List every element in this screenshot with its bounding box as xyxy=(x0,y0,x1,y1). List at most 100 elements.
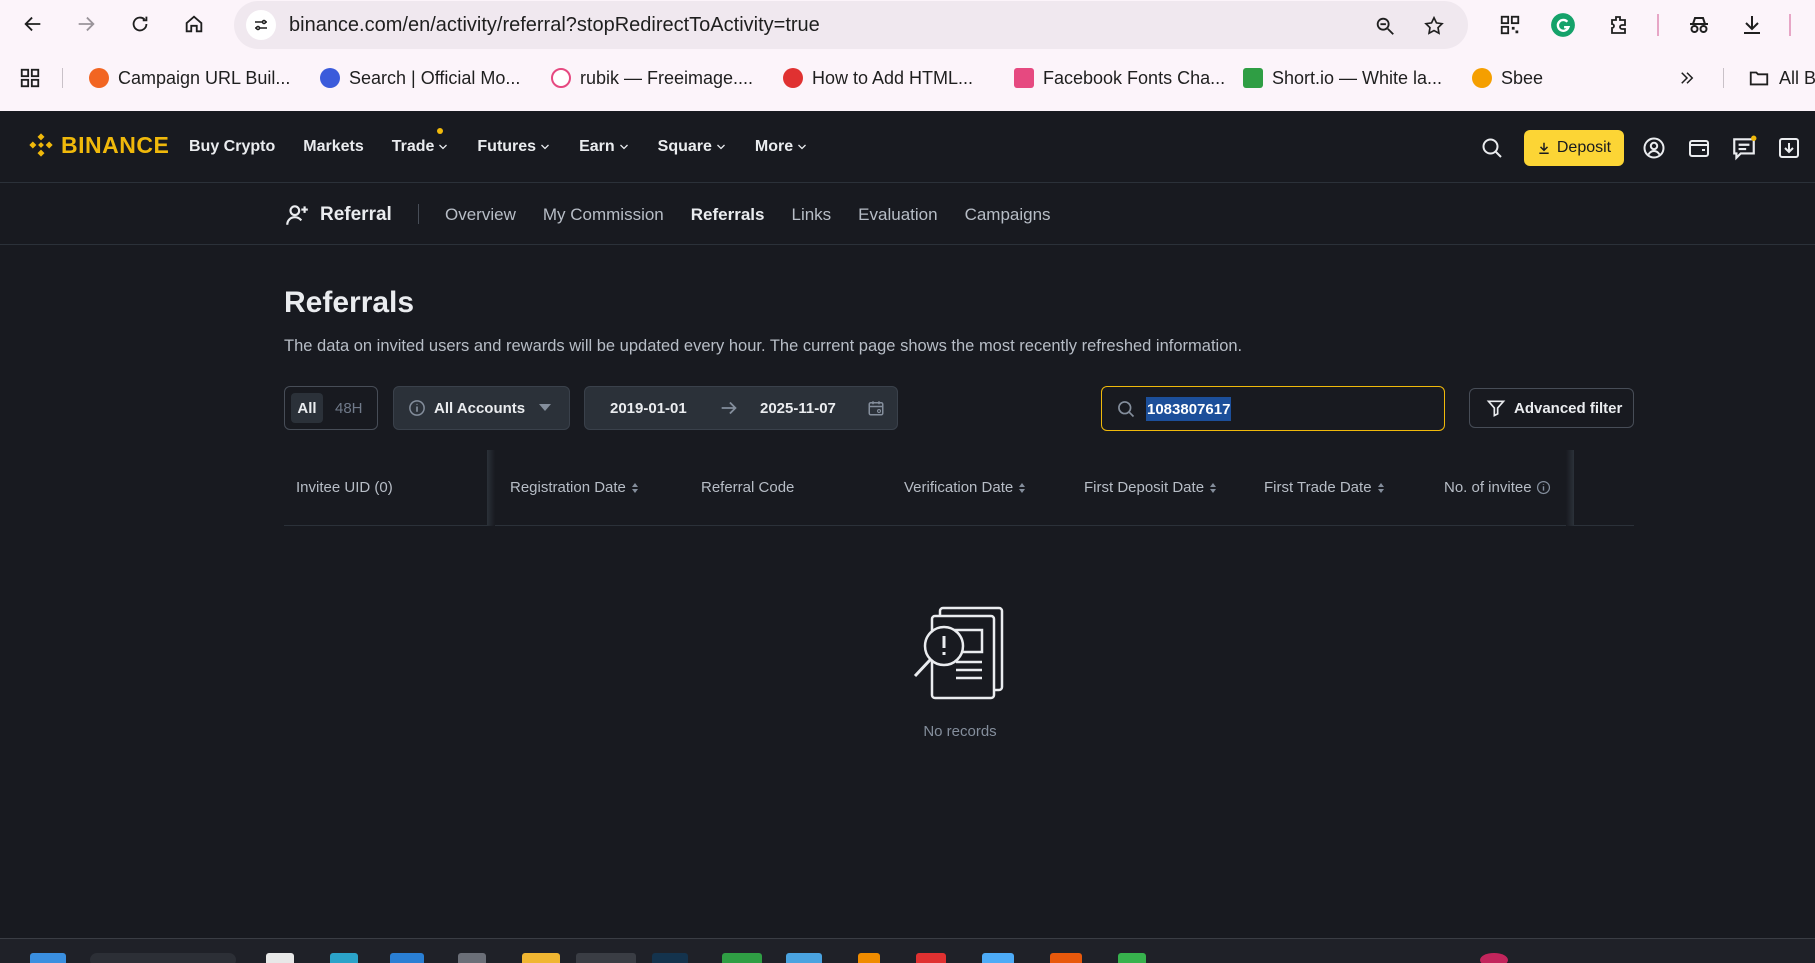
taskbar-app-icon[interactable] xyxy=(576,953,636,963)
search-icon[interactable] xyxy=(1479,135,1505,161)
bookmark-item[interactable]: Facebook Fonts Cha... xyxy=(1014,58,1225,98)
more-bookmarks-icon[interactable] xyxy=(1678,58,1696,98)
taskbar-app-icon[interactable] xyxy=(652,953,688,963)
url-text[interactable]: binance.com/en/activity/referral?stopRed… xyxy=(289,14,820,37)
folder-icon xyxy=(1749,71,1769,86)
bookmark-item[interactable]: Short.io — White la... xyxy=(1243,58,1442,98)
taskbar-app-icon[interactable] xyxy=(722,953,762,963)
nav-markets[interactable]: Markets xyxy=(303,138,363,156)
bookmark-item[interactable]: rubik — Freeimage.... xyxy=(551,58,753,98)
bookmark-divider xyxy=(1723,68,1724,88)
messages-icon[interactable] xyxy=(1731,135,1757,161)
taskbar-app-icon[interactable] xyxy=(1118,953,1146,963)
apps-icon[interactable] xyxy=(19,58,41,98)
zoom-icon[interactable] xyxy=(1372,13,1398,39)
bookmark-item[interactable]: Search | Official Mo... xyxy=(320,58,520,98)
tab-links[interactable]: Links xyxy=(791,205,831,225)
account-icon[interactable] xyxy=(1641,135,1667,161)
sort-icon[interactable] xyxy=(631,482,638,493)
taskbar-app-icon[interactable] xyxy=(858,953,880,963)
star-icon[interactable] xyxy=(1421,13,1447,39)
back-button[interactable] xyxy=(17,8,49,40)
search-input[interactable]: 1083807617 xyxy=(1146,397,1232,421)
nav-label: Buy Crypto xyxy=(189,138,276,155)
sort-icon[interactable] xyxy=(1019,482,1026,493)
notification-dot xyxy=(437,128,444,134)
advanced-filter-label: Advanced filter xyxy=(1514,399,1623,417)
site-info-icon[interactable] xyxy=(246,10,276,40)
taskbar-app-icon[interactable] xyxy=(982,953,1014,963)
qr-code-icon[interactable] xyxy=(1495,10,1525,40)
tab-evaluation[interactable]: Evaluation xyxy=(858,205,937,225)
column-header-first-trade-date[interactable]: First Trade Date xyxy=(1264,479,1384,496)
bookmark-label: Search | Official Mo... xyxy=(349,67,521,88)
bookmark-folder[interactable]: All B xyxy=(1748,58,1815,98)
bookmark-label: Facebook Fonts Cha... xyxy=(1043,67,1226,88)
info-icon[interactable] xyxy=(1536,480,1551,495)
binance-logo-icon xyxy=(29,133,53,157)
column-header-registration-date[interactable]: Registration Date xyxy=(510,479,638,496)
nav-buy-crypto[interactable]: Buy Crypto xyxy=(189,138,275,156)
deposit-button[interactable]: Deposit xyxy=(1524,130,1624,166)
forward-button[interactable] xyxy=(70,8,102,40)
taskbar-app-icon[interactable] xyxy=(522,953,560,963)
column-header-first-deposit-date[interactable]: First Deposit Date xyxy=(1084,479,1217,496)
bookmark-label: All B xyxy=(1779,67,1815,88)
advanced-filter-button[interactable]: Advanced filter xyxy=(1469,388,1634,428)
taskbar-app-icon[interactable] xyxy=(1480,953,1508,963)
download-app-icon[interactable] xyxy=(1776,135,1802,161)
taskbar-app-icon[interactable] xyxy=(786,953,822,963)
nav-label: Markets xyxy=(303,138,364,155)
search-box[interactable]: 1083807617 xyxy=(1101,386,1445,431)
taskbar-app-icon[interactable] xyxy=(390,953,424,963)
windows-start-icon[interactable] xyxy=(30,953,66,963)
referral-title[interactable]: Referral xyxy=(284,202,392,228)
date-range-picker[interactable]: 2019-01-01 2025-11-07 xyxy=(584,386,898,430)
bookmark-favicon-icon xyxy=(1014,68,1034,88)
period-all-button[interactable]: All xyxy=(291,393,323,423)
period-48h-button[interactable]: 48H xyxy=(335,393,363,423)
wallet-icon[interactable] xyxy=(1686,135,1712,161)
incognito-icon[interactable] xyxy=(1684,10,1714,40)
bookmark-favicon-icon xyxy=(89,68,109,88)
column-label: Invitee UID (0) xyxy=(296,479,393,496)
nav-earn[interactable]: Earn xyxy=(579,138,630,156)
bookmark-favicon-icon xyxy=(1472,68,1492,88)
taskbar-app-icon[interactable] xyxy=(1050,953,1082,963)
tab-my-commission[interactable]: My Commission xyxy=(543,205,664,225)
logo-text: BINANCE xyxy=(61,131,170,158)
bookmark-item[interactable]: Sbee xyxy=(1472,58,1543,98)
end-date[interactable]: 2025-11-07 xyxy=(760,400,836,417)
taskbar-search[interactable] xyxy=(90,953,236,963)
nav-square[interactable]: Square xyxy=(658,138,727,156)
sort-icon[interactable] xyxy=(1377,482,1384,493)
binance-logo[interactable]: BINANCE xyxy=(27,131,169,159)
download-icon[interactable] xyxy=(1737,10,1767,40)
arrow-right-icon xyxy=(78,16,95,32)
start-date[interactable]: 2019-01-01 xyxy=(610,400,687,417)
taskbar-app-icon[interactable] xyxy=(458,953,486,963)
chevron-down-icon xyxy=(798,144,807,150)
sort-icon[interactable] xyxy=(1210,482,1217,493)
home-button[interactable] xyxy=(178,8,210,40)
calendar-icon[interactable] xyxy=(867,399,885,421)
reload-button[interactable] xyxy=(124,8,156,40)
bookmark-item[interactable]: How to Add HTML... xyxy=(783,58,973,98)
extensions-icon[interactable] xyxy=(1604,10,1634,40)
tab-campaigns[interactable]: Campaigns xyxy=(965,205,1051,225)
column-header-referral-code: Referral Code xyxy=(701,479,794,496)
grammarly-icon[interactable] xyxy=(1548,10,1578,40)
nav-label: Futures xyxy=(477,138,537,155)
tab-overview[interactable]: Overview xyxy=(445,205,516,225)
nav-trade[interactable]: Trade xyxy=(392,128,450,156)
taskbar-app-icon[interactable] xyxy=(330,953,358,963)
tab-referrals[interactable]: Referrals xyxy=(691,205,765,225)
nav-more[interactable]: More xyxy=(755,138,808,156)
bookmark-item[interactable]: Campaign URL Buil... xyxy=(89,58,290,98)
taskbar-app-icon[interactable] xyxy=(916,953,946,963)
accounts-select[interactable]: All Accounts xyxy=(393,386,570,430)
column-header-verification-date[interactable]: Verification Date xyxy=(904,479,1026,496)
taskbar-app-icon[interactable] xyxy=(266,953,294,963)
nav-futures[interactable]: Futures xyxy=(477,138,551,156)
address-bar[interactable]: binance.com/en/activity/referral?stopRed… xyxy=(234,1,1468,49)
